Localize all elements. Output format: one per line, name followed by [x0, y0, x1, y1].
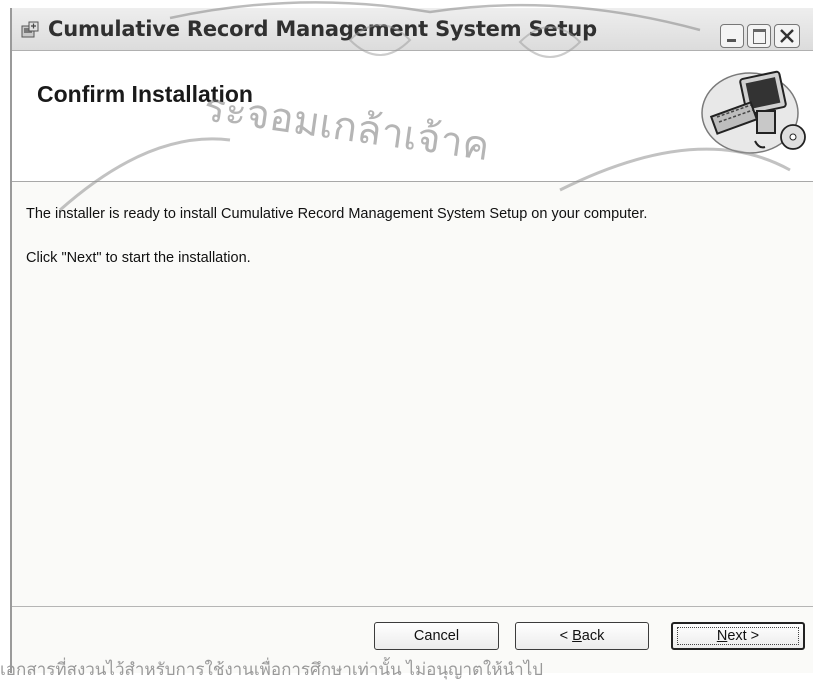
page-title: Confirm Installation	[37, 81, 253, 107]
installer-icon	[20, 20, 40, 40]
setup-window: Cumulative Record Management System Setu…	[10, 8, 813, 673]
instruction-message: Click "Next" to start the installation.	[26, 250, 251, 266]
focus-rectangle	[677, 627, 799, 645]
minimize-icon[interactable]	[720, 24, 744, 48]
close-icon[interactable]	[774, 24, 800, 48]
back-button[interactable]: < Back	[515, 622, 649, 650]
cancel-button-label: Cancel	[413, 628, 460, 644]
back-button-label: < Back	[559, 628, 605, 644]
maximize-icon[interactable]	[747, 24, 771, 48]
footer-divider	[12, 606, 813, 607]
ready-message: The installer is ready to install Cumula…	[26, 206, 648, 222]
next-button[interactable]: Next >	[671, 622, 805, 650]
watermark-footer-text: เอกสารที่สงวนไว้สำหรับการใช้งานเพื่อการศ…	[0, 660, 544, 679]
cancel-button[interactable]: Cancel	[374, 622, 499, 650]
title-bar[interactable]: Cumulative Record Management System Setu…	[12, 8, 813, 51]
header-banner: Confirm Installation	[12, 51, 813, 182]
computer-icon	[695, 61, 813, 161]
window-title: Cumulative Record Management System Setu…	[48, 17, 597, 41]
